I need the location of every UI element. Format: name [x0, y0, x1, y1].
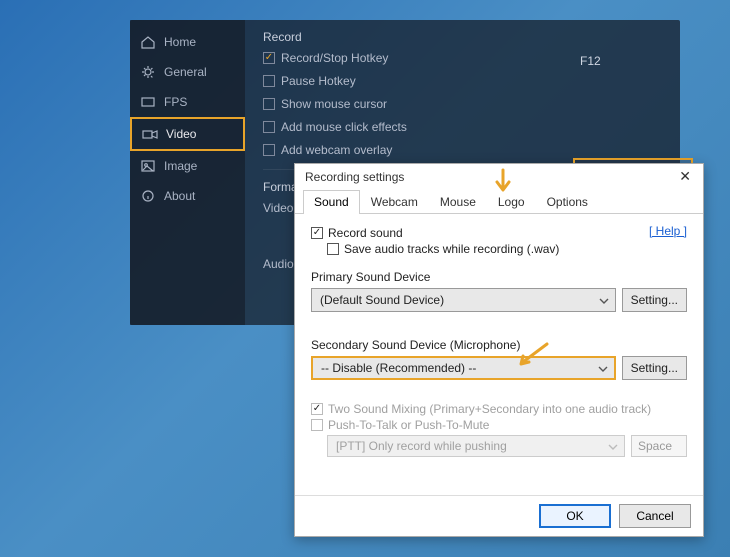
tab-mouse[interactable]: Mouse	[429, 190, 487, 214]
checkbox-icon[interactable]	[263, 52, 275, 64]
format-video-label: Video	[263, 201, 293, 215]
primary-device-label: Primary Sound Device	[311, 270, 687, 284]
option-click-effects[interactable]: Add mouse click effects	[263, 118, 662, 136]
annotation-arrow-icon	[493, 168, 513, 196]
option-label: Show mouse cursor	[281, 97, 387, 111]
annotation-arrow-icon	[515, 340, 551, 370]
checkbox-label: Record sound	[328, 226, 403, 240]
secondary-device-select[interactable]: -- Disable (Recommended) --	[311, 356, 616, 380]
ok-button[interactable]: OK	[539, 504, 611, 528]
chevron-down-icon	[608, 441, 618, 451]
sidebar-item-label: Image	[164, 159, 197, 173]
checkbox-icon[interactable]	[311, 227, 323, 239]
checkbox-icon	[311, 403, 323, 415]
save-audio-row[interactable]: Save audio tracks while recording (.wav)	[327, 242, 559, 256]
tab-sound[interactable]: Sound	[303, 190, 360, 214]
option-record-hotkey[interactable]: Record/Stop Hotkey	[263, 49, 662, 67]
sidebar-item-general[interactable]: General	[130, 57, 245, 87]
sidebar-item-home[interactable]: Home	[130, 27, 245, 57]
format-audio-label: Audio	[263, 257, 294, 271]
checkbox-icon[interactable]	[263, 121, 275, 133]
chevron-down-icon	[599, 295, 609, 305]
checkbox-label: Two Sound Mixing (Primary+Secondary into…	[328, 402, 651, 416]
cancel-button[interactable]: Cancel	[619, 504, 691, 528]
help-link[interactable]: [ Help ]	[649, 224, 687, 238]
option-show-cursor[interactable]: Show mouse cursor	[263, 95, 662, 113]
home-icon	[140, 35, 156, 49]
sidebar-item-label: Video	[166, 127, 196, 141]
close-icon[interactable]: ✕	[675, 168, 695, 185]
dialog-title: Recording settings	[305, 170, 404, 184]
hotkey-value: F12	[580, 54, 601, 68]
chevron-down-icon	[598, 363, 608, 373]
dialog-body: Record sound Save audio tracks while rec…	[295, 214, 703, 495]
checkbox-label: Save audio tracks while recording (.wav)	[344, 242, 559, 256]
tab-webcam[interactable]: Webcam	[360, 190, 429, 214]
sidebar-item-fps[interactable]: FPS	[130, 87, 245, 117]
ptt-mode-select: [PTT] Only record while pushing	[327, 435, 625, 457]
sidebar-item-video[interactable]: Video	[130, 117, 245, 151]
checkbox-icon[interactable]	[263, 144, 275, 156]
option-label: Record/Stop Hotkey	[281, 51, 388, 65]
sidebar-item-about[interactable]: About	[130, 181, 245, 211]
fps-icon	[140, 95, 156, 109]
option-label: Add webcam overlay	[281, 143, 392, 157]
recording-settings-dialog: Recording settings ✕ Sound Webcam Mouse …	[294, 163, 704, 537]
record-sound-row[interactable]: Record sound	[311, 226, 559, 240]
option-pause-hotkey[interactable]: Pause Hotkey	[263, 72, 662, 90]
info-icon	[140, 189, 156, 203]
video-icon	[142, 127, 158, 141]
checkbox-icon[interactable]	[263, 98, 275, 110]
ptt-key-field: Space	[631, 435, 687, 457]
sidebar-item-image[interactable]: Image	[130, 151, 245, 181]
two-sound-mixing-row: Two Sound Mixing (Primary+Secondary into…	[311, 402, 687, 416]
option-webcam-overlay[interactable]: Add webcam overlay	[263, 141, 662, 159]
checkbox-icon[interactable]	[327, 243, 339, 255]
dialog-footer: OK Cancel	[295, 495, 703, 536]
secondary-device-label: Secondary Sound Device (Microphone)	[311, 338, 687, 352]
image-icon	[140, 159, 156, 173]
sidebar-item-label: About	[164, 189, 195, 203]
checkbox-icon[interactable]	[263, 75, 275, 87]
sidebar: Home General FPS Video Image About	[130, 20, 245, 325]
checkbox-label: Push-To-Talk or Push-To-Mute	[328, 418, 489, 432]
sidebar-item-label: General	[164, 65, 207, 79]
select-value: (Default Sound Device)	[320, 293, 444, 307]
primary-setting-button[interactable]: Setting...	[622, 288, 687, 312]
gear-icon	[140, 65, 156, 79]
secondary-setting-button[interactable]: Setting...	[622, 356, 687, 380]
section-title-record: Record	[263, 30, 662, 44]
ptt-row: Push-To-Talk or Push-To-Mute	[311, 418, 687, 432]
option-label: Pause Hotkey	[281, 74, 356, 88]
sidebar-item-label: Home	[164, 35, 196, 49]
select-value: -- Disable (Recommended) --	[321, 361, 476, 375]
primary-device-select[interactable]: (Default Sound Device)	[311, 288, 616, 312]
tab-options[interactable]: Options	[536, 190, 599, 214]
checkbox-icon	[311, 419, 323, 431]
option-label: Add mouse click effects	[281, 120, 407, 134]
select-value: [PTT] Only record while pushing	[336, 439, 507, 453]
sidebar-item-label: FPS	[164, 95, 187, 109]
